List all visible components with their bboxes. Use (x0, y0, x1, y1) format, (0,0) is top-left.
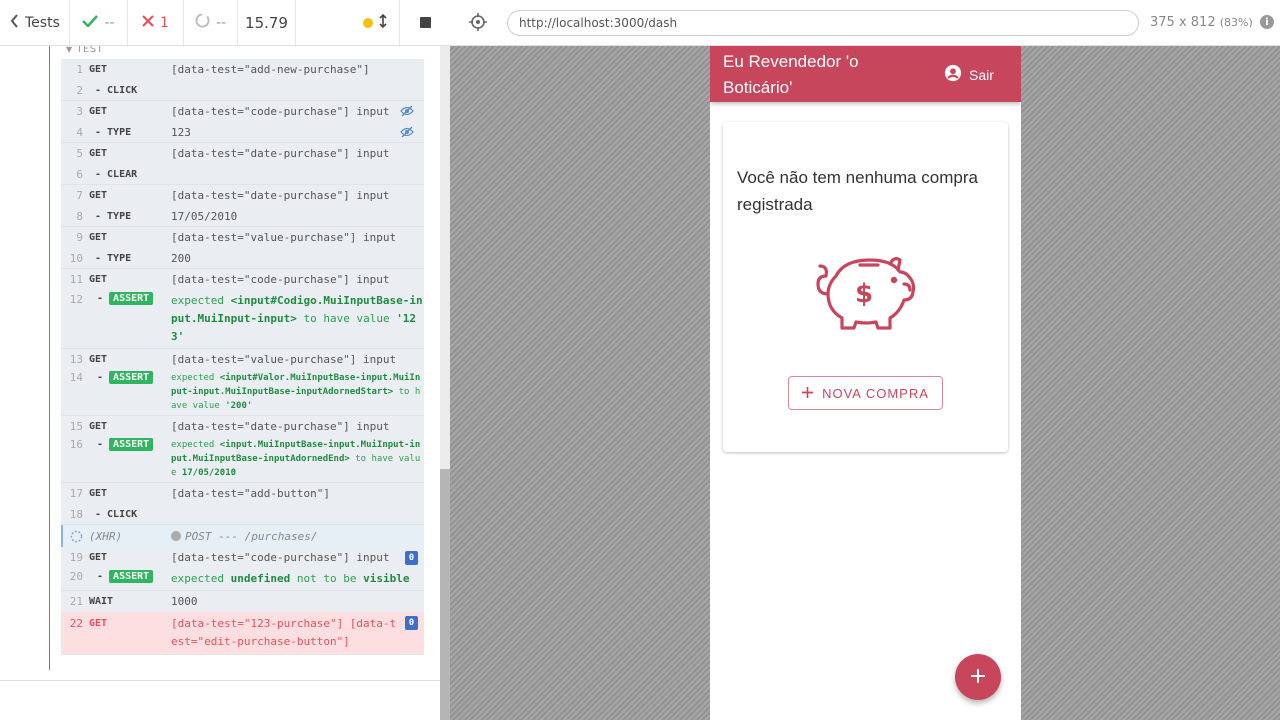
auto-scroll-toggle[interactable] (350, 0, 400, 45)
selector-playground-crosshair-icon[interactable] (469, 13, 487, 35)
command-row[interactable]: 7 GET [data-test="date-purchase"] input (61, 185, 424, 206)
url-bar[interactable]: http://localhost:3000/dash (507, 10, 1139, 36)
status-dot-icon (362, 17, 373, 28)
command-row[interactable]: 15 GET [data-test="date-purchase"] input (61, 416, 424, 437)
up-down-arrow-icon (378, 13, 387, 32)
test-title[interactable]: ▼ TEST (66, 46, 103, 55)
command-row[interactable]: 4- TYPE 123 (61, 122, 424, 143)
assert-badge: ASSERT (109, 292, 154, 305)
command-row[interactable]: 8- TYPE 17/05/2010 (61, 206, 424, 227)
assert-badge: ASSERT (109, 371, 154, 384)
app-bar: Eu Revendedor 'o Boticário' Sair (710, 46, 1021, 102)
xhr-row[interactable]: (XHR) POST --- /purchases/ (61, 525, 424, 547)
logout-label: Sair (969, 66, 994, 83)
app-title: Eu Revendedor 'o Boticário' (723, 52, 859, 97)
command-row[interactable]: 11 GET [data-test="code-purchase"] input (61, 269, 424, 290)
piggy-bank-icon: $ (814, 254, 918, 340)
stop-icon (419, 17, 431, 28)
assert-badge: ASSERT (109, 570, 154, 583)
account-circle-icon (944, 64, 962, 85)
command-row[interactable]: 13 GET [data-test="value-purchase"] input (61, 349, 424, 370)
command-row[interactable]: 6- CLEAR (61, 164, 424, 185)
x-icon (142, 14, 154, 31)
empty-state-message: Você não tem nenhuma compra registrada (737, 168, 978, 214)
stop-button[interactable] (400, 0, 450, 45)
assert-row[interactable]: 12 - ASSERT expected <input#Codigo.MuiIn… (61, 290, 424, 349)
element-count-badge: 0 (405, 551, 418, 565)
pending-value: -- (215, 14, 227, 31)
element-count-badge: 0 (405, 616, 418, 630)
check-icon (82, 14, 99, 31)
app-viewport: Eu Revendedor 'o Boticário' Sair Você nã… (710, 46, 1021, 720)
assert-row[interactable]: 16 - ASSERT expected <input.MuiInputBase… (61, 437, 424, 483)
failed-value: 1 (160, 14, 169, 31)
reporter-scrollbar-thumb[interactable] (440, 469, 450, 720)
pending-circle-icon (195, 13, 210, 32)
passed-count[interactable]: -- (70, 0, 128, 45)
command-row[interactable]: 17 GET [data-test="add-button"] (61, 483, 424, 504)
failed-command-row[interactable]: 22 GET [data-test="123-purchase"] [data-… (61, 612, 424, 655)
failure-indicator-line (49, 46, 50, 670)
info-icon[interactable]: i (1260, 15, 1274, 29)
assert-badge: ASSERT (109, 438, 154, 451)
assert-row[interactable]: 20 - ASSERT expected undefined not to be… (61, 568, 424, 591)
eye-slash-icon (400, 105, 414, 120)
spinner-icon (63, 530, 89, 543)
command-log: ▼ TEST 1 GET [data-test="add-new-purchase"… (0, 46, 440, 680)
command-row[interactable]: 5 GET [data-test="date-purchase"] input (61, 143, 424, 164)
logout-button[interactable]: Sair (944, 64, 994, 85)
command-row[interactable]: 19 GET [data-test="code-purchase"] input 0 (61, 547, 424, 568)
assert-row[interactable]: 14 - ASSERT expected <input#Valor.MuiInp… (61, 370, 424, 416)
command-row[interactable]: 18- CLICK (61, 504, 424, 525)
reporter-header: Tests -- 1 -- 15.79 (0, 0, 450, 46)
tests-label: Tests (25, 14, 60, 31)
chevron-left-icon (10, 13, 19, 32)
command-row[interactable]: 2- CLICK (61, 80, 424, 101)
add-fab-button[interactable] (955, 654, 1001, 700)
plus-icon (971, 668, 985, 687)
command-row[interactable]: 21 WAIT 1000 (61, 591, 424, 612)
new-purchase-button[interactable]: NOVA COMPRA (788, 376, 943, 410)
passed-value: -- (104, 14, 115, 31)
plus-icon (802, 386, 814, 401)
duration: 15.79 (238, 0, 296, 45)
pending-count[interactable]: -- (184, 0, 238, 45)
command-list: 1 GET [data-test="add-new-purchase"] 2- CL… (61, 59, 424, 655)
xhr-status-dot-icon (171, 531, 181, 541)
failed-count[interactable]: 1 (128, 0, 184, 45)
command-row[interactable]: 9 GET [data-test="value-purchase"] input (61, 227, 424, 248)
new-purchase-label: NOVA COMPRA (822, 385, 929, 401)
tests-nav-button[interactable]: Tests (0, 0, 70, 45)
command-row[interactable]: 10- TYPE 200 (61, 248, 424, 269)
caret-down-icon: ▼ (66, 46, 73, 54)
purchases-card: Você não tem nenhuma compra registrada $… (723, 122, 1008, 452)
command-row[interactable]: 1 GET [data-test="add-new-purchase"] (61, 59, 424, 80)
eye-slash-icon (400, 126, 414, 141)
viewport-size: 375 x 812 (83%) (1150, 15, 1253, 30)
test-reporter: Tests -- 1 -- 15.79 ▼ TEST 1 GET [data-t… (0, 0, 450, 720)
svg-text:$: $ (855, 279, 873, 309)
command-row[interactable]: 3 GET [data-test="code-purchase"] input (61, 101, 424, 122)
